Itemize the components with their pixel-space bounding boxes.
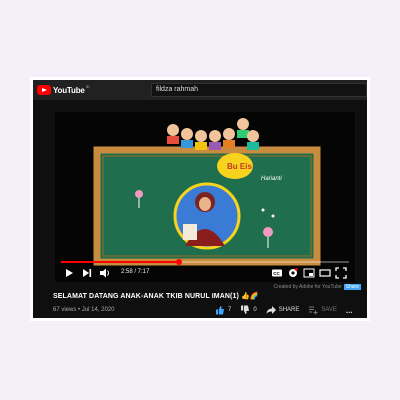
- svg-text:CC: CC: [273, 271, 280, 276]
- scene-text-bu-eis: Bu Eis: [227, 162, 252, 171]
- thumbs-up-icon: [216, 306, 224, 315]
- credit-share-link[interactable]: Share: [343, 284, 361, 290]
- upload-date: Jul 14, 2020: [81, 307, 115, 313]
- video-actions: 7 0 SHARE SAVE ...: [215, 304, 353, 316]
- fullscreen-icon[interactable]: [335, 267, 347, 279]
- share-icon: [266, 306, 276, 314]
- player-controls: 2:58 / 7:17 CC: [55, 264, 355, 282]
- video-meta: 67 views • Jul 14, 2020: [53, 307, 114, 313]
- video-player[interactable]: Bu Eis Harianti 2:58 / 7:17 CC: [55, 112, 355, 282]
- share-label: SHARE: [278, 307, 300, 313]
- save-icon: [309, 306, 318, 315]
- like-count: 7: [228, 307, 232, 313]
- play-icon[interactable]: [63, 267, 75, 279]
- video-frame: Bu Eis Harianti: [55, 112, 355, 282]
- save-label: SAVE: [321, 307, 337, 313]
- dislike-button[interactable]: 0: [240, 305, 257, 315]
- logo-region: ID: [85, 84, 90, 89]
- time-display: 2:58 / 7:17: [121, 269, 150, 275]
- video-title: SELAMAT DATANG ANAK-ANAK TKIB NURUL IMAN…: [53, 293, 259, 300]
- youtube-window: YouTube ID fildza rahmah Bu Eis Harianti…: [33, 80, 367, 318]
- top-bar: YouTube ID fildza rahmah: [33, 80, 367, 100]
- more-icon[interactable]: ...: [346, 306, 353, 315]
- credit-info: Created by Adobe for YouTube Share: [273, 284, 361, 290]
- progress-bar[interactable]: [61, 259, 349, 265]
- volume-icon[interactable]: [99, 267, 111, 279]
- youtube-logo[interactable]: YouTube ID: [37, 84, 90, 96]
- like-button[interactable]: 7: [215, 305, 231, 315]
- thumbs-down-icon: [241, 305, 250, 314]
- next-icon[interactable]: [81, 267, 93, 279]
- credit-text: Created by Adobe for YouTube: [273, 284, 342, 290]
- dislike-count: 0: [253, 307, 257, 313]
- theater-icon[interactable]: [319, 267, 331, 279]
- miniplayer-icon[interactable]: [303, 267, 315, 279]
- share-button[interactable]: SHARE: [266, 305, 300, 315]
- save-button[interactable]: SAVE: [308, 305, 337, 315]
- captions-icon[interactable]: CC: [271, 267, 283, 279]
- scene-text-name: Harianti: [261, 176, 282, 182]
- search-input[interactable]: fildza rahmah: [151, 83, 367, 97]
- settings-icon[interactable]: [287, 267, 299, 279]
- logo-text: YouTube: [53, 85, 85, 95]
- youtube-logo-icon: [37, 85, 51, 95]
- view-count: 67 views: [53, 307, 77, 313]
- progress-fill: [61, 261, 180, 263]
